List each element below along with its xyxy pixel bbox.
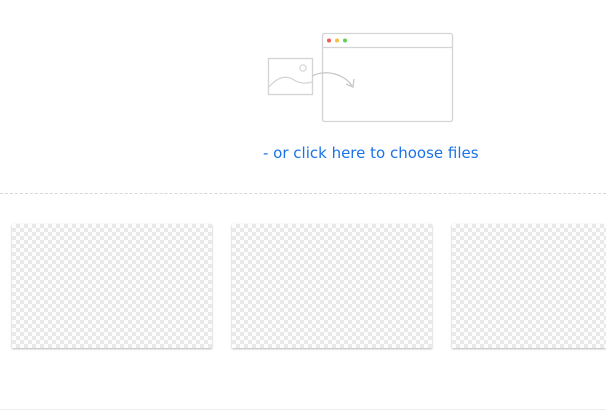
thumbnail-placeholder[interactable] [12,224,212,348]
window-maximize-dot-icon [343,38,347,43]
window-minimize-dot-icon [335,38,339,43]
thumbnail-placeholder[interactable] [232,224,432,348]
bottom-divider [0,409,606,410]
dashed-divider [0,193,606,194]
image-file-icon [267,57,314,96]
drag-image-to-browser-icon [267,32,454,123]
window-close-dot-icon [327,38,331,43]
thumbnail-placeholder[interactable] [452,224,606,348]
choose-files-link[interactable]: - or click here to choose files [263,143,479,163]
